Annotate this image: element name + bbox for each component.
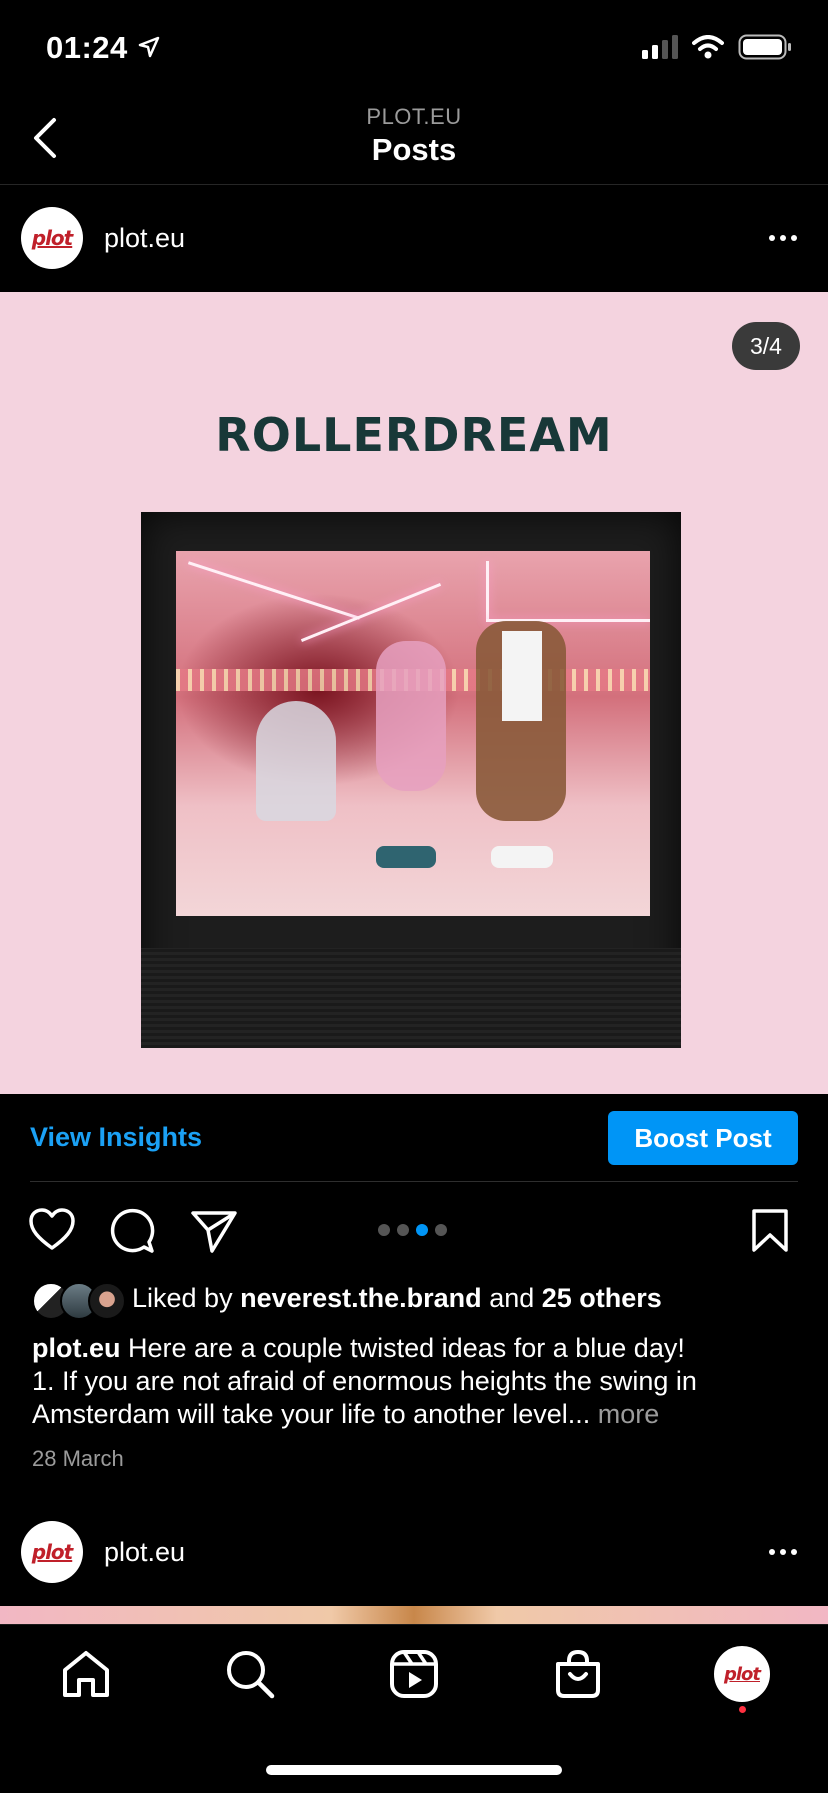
- poster-title: ROLLERDREAM: [215, 408, 613, 462]
- battery-icon: [738, 34, 791, 60]
- home-icon[interactable]: [60, 1648, 112, 1700]
- avatar-logo-text: plot: [31, 226, 73, 250]
- liked-by-prefix: Liked by: [132, 1283, 233, 1313]
- cellular-signal-icon: [642, 35, 678, 59]
- status-icons: [642, 34, 792, 60]
- avatar-logo-text: plot: [723, 1663, 761, 1685]
- reels-icon[interactable]: [388, 1648, 440, 1700]
- caption-username[interactable]: plot.eu: [32, 1333, 121, 1363]
- post-caption: plot.eu Here are a couple twisted ideas …: [32, 1332, 792, 1431]
- more-options-icon[interactable]: [769, 235, 797, 241]
- carousel-dot: [435, 1224, 447, 1236]
- caption-line: 1. If you are not afraid of enormous hei…: [32, 1366, 697, 1396]
- carousel-indicator: [378, 1224, 447, 1236]
- next-post-username[interactable]: plot.eu: [104, 1537, 185, 1568]
- save-bookmark-icon[interactable]: [750, 1208, 790, 1254]
- location-arrow-icon: [138, 36, 160, 58]
- liked-by-avatars[interactable]: [32, 1282, 126, 1320]
- carousel-dot: [378, 1224, 390, 1236]
- post-avatar[interactable]: plot: [21, 207, 83, 269]
- rollerskaters-photo: [176, 551, 650, 916]
- post-date: 28 March: [32, 1446, 124, 1471]
- search-icon[interactable]: [224, 1648, 276, 1700]
- status-time: 01:24: [46, 30, 128, 65]
- carousel-counter: 3/4: [732, 322, 800, 370]
- home-indicator[interactable]: [266, 1765, 562, 1775]
- comment-icon[interactable]: [108, 1208, 156, 1254]
- caption-line: Amsterdam will take your life to another…: [32, 1399, 591, 1429]
- page-title: Posts: [371, 132, 457, 167]
- caption-line: Here are a couple twisted ideas for a bl…: [128, 1333, 685, 1363]
- boost-post-button[interactable]: Boost Post: [608, 1111, 798, 1165]
- next-post-avatar[interactable]: plot: [21, 1521, 83, 1583]
- liked-by-others[interactable]: 25 others: [542, 1283, 662, 1313]
- liker-avatar: [88, 1282, 126, 1320]
- more-options-icon[interactable]: [769, 1549, 797, 1555]
- actions-divider: [30, 1181, 798, 1182]
- view-insights-link[interactable]: View Insights: [30, 1122, 202, 1153]
- avatar-logo-text: plot: [31, 1540, 73, 1564]
- wifi-icon: [692, 35, 724, 59]
- share-send-icon[interactable]: [190, 1210, 238, 1254]
- shop-icon[interactable]: [552, 1648, 604, 1700]
- header-divider: [0, 184, 828, 185]
- profile-tab-avatar[interactable]: plot: [714, 1646, 770, 1702]
- liked-by-conj: and: [489, 1283, 535, 1313]
- liked-by-text[interactable]: Liked by neverest.the.brand and 25 other…: [132, 1283, 662, 1314]
- polaroid-bottom-strip: [141, 948, 681, 1048]
- carousel-dot: [397, 1224, 409, 1236]
- carousel-dot-active: [416, 1224, 428, 1236]
- post-username[interactable]: plot.eu: [104, 223, 185, 254]
- caption-more-link[interactable]: more: [598, 1399, 660, 1429]
- notification-dot: [739, 1706, 746, 1713]
- header-account-handle: PLOT.EU: [366, 104, 462, 129]
- like-heart-icon[interactable]: [28, 1208, 76, 1252]
- liked-by-user[interactable]: neverest.the.brand: [240, 1283, 482, 1313]
- next-post-image-peek[interactable]: [0, 1606, 828, 1624]
